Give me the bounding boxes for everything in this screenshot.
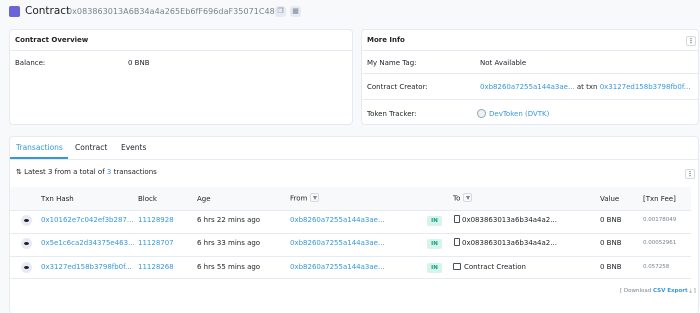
to-address: 0x083863013a6b34a4a2... xyxy=(462,239,557,247)
divider xyxy=(10,50,352,51)
contract-creator-label: Contract Creator: xyxy=(367,83,428,91)
creator-txn-link[interactable]: 0x3127ed158b3798fb0f... xyxy=(600,83,691,91)
value-text: 0 BNB xyxy=(600,239,622,247)
page-title: Contract xyxy=(25,5,71,17)
txn-fee-text: 0.00178049 xyxy=(643,217,677,223)
col-txn-hash: Txn Hash xyxy=(41,195,74,203)
eye-icon[interactable] xyxy=(21,238,32,249)
col-block: Block xyxy=(138,195,157,203)
value-text: 0 BNB xyxy=(600,216,622,224)
tab-contract[interactable]: Contract xyxy=(75,143,107,152)
contract-doc-icon xyxy=(454,238,460,246)
contract-icon xyxy=(9,6,20,17)
eye-icon[interactable] xyxy=(21,215,32,226)
contract-creator-value: 0xb8260a7255a144a3ae... at txn 0x3127ed1… xyxy=(480,83,690,91)
from-link[interactable]: 0xb8260a7255a144a3ae... xyxy=(290,263,385,271)
col-age[interactable]: Age xyxy=(197,195,211,203)
more-info-title: More Info xyxy=(367,36,405,44)
csv-export-link[interactable]: CSV Export xyxy=(653,288,688,294)
divider xyxy=(362,50,698,51)
csv-export: [ Download CSV Export ⤓ ] xyxy=(620,288,696,295)
txn-fee-text: 0.00052961 xyxy=(643,240,677,246)
col-value: Value xyxy=(600,195,620,203)
tab-transactions[interactable]: Transactions xyxy=(16,143,63,152)
age-text: 6 hrs 33 mins ago xyxy=(197,239,261,247)
table-header-row xyxy=(10,187,691,210)
contract-address: 0x083863013A6B34a4a265Eb6fF696daF35071C4… xyxy=(67,7,280,16)
txn-fee-text: 0.057258 xyxy=(643,264,670,270)
download-icon: ⤓ xyxy=(689,288,692,294)
col-from: From xyxy=(290,193,320,203)
contract-overview-title: Contract Overview xyxy=(15,36,89,44)
txn-hash-link[interactable]: 0x10162e7c042ef3b287... xyxy=(41,216,134,224)
divider xyxy=(10,159,698,160)
direction-badge: IN xyxy=(427,239,442,249)
to-contract-creation: Contract Creation xyxy=(464,263,526,271)
filter-icon[interactable] xyxy=(310,193,320,202)
qr-code-icon[interactable]: ▦ xyxy=(290,6,301,17)
eye-icon[interactable] xyxy=(21,262,32,273)
token-tracker-label: Token Tracker: xyxy=(367,110,417,118)
contract-creation-icon xyxy=(453,263,461,270)
summary-suffix: transactions xyxy=(113,168,157,176)
table-options-icon[interactable]: ⋮ xyxy=(685,169,695,179)
txn-hash-link[interactable]: 0x3127ed158b3798fb0f... xyxy=(41,263,132,271)
from-link[interactable]: 0xb8260a7255a144a3ae... xyxy=(290,239,385,247)
col-to: To xyxy=(453,193,473,203)
at-txn-text: at txn xyxy=(576,83,598,91)
from-link[interactable]: 0xb8260a7255a144a3ae... xyxy=(290,216,385,224)
token-tracker-link[interactable]: DevToken (DVTK) xyxy=(489,110,549,118)
contract-doc-icon xyxy=(454,215,460,223)
transactions-summary: ⇅ Latest 3 from a total of 3 transaction… xyxy=(16,168,157,176)
block-link[interactable]: 11128707 xyxy=(138,239,174,247)
balance-value: 0 BNB xyxy=(128,59,150,67)
divider xyxy=(362,73,698,74)
name-tag-value: Not Available xyxy=(480,59,527,67)
filter-icon[interactable] xyxy=(463,193,473,202)
token-icon xyxy=(477,109,486,118)
to-address: 0x083863013a6b34a4a2... xyxy=(462,216,557,224)
age-text: 6 hrs 55 mins ago xyxy=(197,263,261,271)
name-tag-label: My Name Tag: xyxy=(367,59,417,67)
more-options-icon[interactable]: ⋮ xyxy=(686,36,696,46)
col-txn-fee: [Txn Fee] xyxy=(643,195,676,203)
value-text: 0 BNB xyxy=(600,263,622,271)
csv-suffix: ] xyxy=(693,288,696,294)
block-link[interactable]: 11128268 xyxy=(138,263,174,271)
summary-count[interactable]: 3 xyxy=(107,168,111,176)
divider xyxy=(362,99,698,100)
balance-label: Balance: xyxy=(15,59,46,67)
tab-events[interactable]: Events xyxy=(121,143,146,152)
direction-badge: IN xyxy=(427,216,442,226)
copy-icon[interactable]: ❐ xyxy=(275,6,286,17)
direction-badge: IN xyxy=(427,263,442,273)
txn-hash-link[interactable]: 0x5e1c6ca2d34375e463... xyxy=(41,239,135,247)
csv-prefix: [ Download xyxy=(620,288,652,294)
creator-address-link[interactable]: 0xb8260a7255a144a3ae... xyxy=(480,83,575,91)
block-link[interactable]: 11128928 xyxy=(138,216,174,224)
summary-text: Latest 3 from a total of xyxy=(24,168,105,176)
age-text: 6 hrs 22 mins ago xyxy=(197,216,261,224)
sort-icon: ⇅ xyxy=(16,168,22,176)
